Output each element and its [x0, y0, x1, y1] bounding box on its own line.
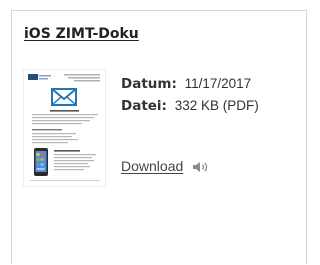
download-row: Download — [121, 158, 210, 174]
file-meta: Datum: 11/17/2017 Datei: 332 KB (PDF) — [121, 75, 301, 119]
download-link[interactable]: Download — [121, 158, 183, 174]
date-label: Datum: — [121, 76, 177, 92]
envelope-icon — [51, 88, 77, 106]
card-title-link[interactable]: iOS ZIMT-Doku — [24, 26, 139, 42]
file-row: Datei: 332 KB (PDF) — [121, 97, 301, 115]
document-thumbnail[interactable] — [23, 69, 106, 187]
date-row: Datum: 11/17/2017 — [121, 75, 301, 93]
document-card: iOS ZIMT-Doku Datum: 11/17/2017 Datei: 3… — [11, 10, 307, 264]
file-label: Datei: — [121, 98, 167, 114]
file-value: 332 KB (PDF) — [174, 98, 259, 113]
date-value: 11/17/2017 — [184, 76, 252, 91]
document-thumbnail-graphic — [28, 74, 100, 181]
speaker-icon[interactable] — [192, 160, 210, 172]
